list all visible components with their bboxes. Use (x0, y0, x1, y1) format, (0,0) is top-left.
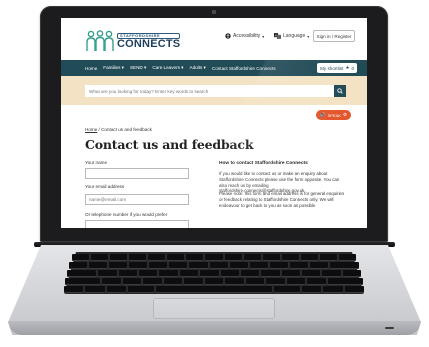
search-icon (337, 88, 343, 94)
keyboard-row (65, 278, 364, 285)
speaker-icon: 🔊 (320, 112, 326, 117)
shortlist-button[interactable]: My shortlist ★ 0 (317, 63, 357, 73)
main-nav: Home Families ▾ SEND ▾ Care Leavers ▾ Ad… (61, 60, 367, 76)
speak-button[interactable]: 🔊 SPEAK ⚙ (316, 110, 351, 120)
people-logo-icon (86, 30, 114, 51)
search-input[interactable] (85, 85, 334, 97)
power-indicator (385, 327, 394, 329)
laptop-base-front (8, 321, 421, 335)
nav-item-send[interactable]: SEND ▾ (130, 65, 146, 71)
star-icon: ★ (345, 65, 350, 70)
breadcrumb-current: Contact us and feedback (101, 127, 152, 132)
email-field[interactable] (85, 194, 189, 205)
search-button[interactable] (334, 85, 346, 97)
speak-label: SPEAK (327, 112, 341, 118)
shortlist-label: My shortlist (320, 65, 344, 71)
shortlist-count: 0 (351, 65, 354, 71)
accessibility-menu[interactable]: Accessibility ▾ (225, 33, 264, 39)
info-paragraph-2: Please note: this form and email address… (219, 191, 345, 208)
keyboard-row (67, 270, 362, 277)
laptop-screen: STAFFORDSHIRE CONNECTS Accessibility ▾ A… (61, 18, 367, 228)
nav-item-home[interactable]: Home (85, 66, 97, 71)
accessibility-icon (225, 33, 231, 39)
phone-field[interactable] (85, 220, 189, 228)
chevron-down-icon: ▾ (262, 33, 265, 39)
nav-item-adults[interactable]: Adults ▾ (190, 65, 206, 71)
translate-icon: A (274, 33, 281, 39)
keyboard-row (69, 262, 359, 269)
chevron-down-icon: ▾ (307, 33, 310, 39)
breadcrumb-home-link[interactable]: Home (85, 127, 97, 132)
site-header: STAFFORDSHIRE CONNECTS Accessibility ▾ A… (61, 18, 367, 60)
logo-main-text: CONNECTS (117, 37, 181, 50)
page-title: Contact us and feedback (85, 137, 254, 152)
email-label: Your email address (85, 184, 125, 189)
nav-item-contact[interactable]: Contact Staffordshire Connects (212, 66, 276, 71)
settings-icon: ⚙ (342, 112, 347, 117)
accessibility-label: Accessibility (233, 33, 261, 39)
language-label: Language (283, 33, 306, 39)
signin-register-button[interactable]: Sign in / Register (313, 30, 355, 42)
keyboard-row (64, 286, 364, 293)
webcam (212, 10, 216, 14)
keyboard-row (72, 254, 356, 261)
trackpad (153, 298, 275, 319)
phone-label: Or telephone number if you would prefer (85, 212, 168, 217)
info-heading: How to contact Staffordshire Connects (219, 161, 308, 166)
name-label: Your name (85, 160, 108, 165)
name-field[interactable] (85, 168, 189, 179)
breadcrumb-separator: / (98, 127, 100, 132)
nav-item-families[interactable]: Families ▾ (103, 65, 124, 71)
nav-item-care-leavers[interactable]: Care Leavers ▾ (152, 65, 183, 71)
svg-text:A: A (275, 33, 277, 37)
language-menu[interactable]: A Language ▾ (274, 33, 309, 39)
breadcrumb: Home / Contact us and feedback (85, 127, 152, 132)
site-logo[interactable]: STAFFORDSHIRE CONNECTS (85, 30, 181, 52)
